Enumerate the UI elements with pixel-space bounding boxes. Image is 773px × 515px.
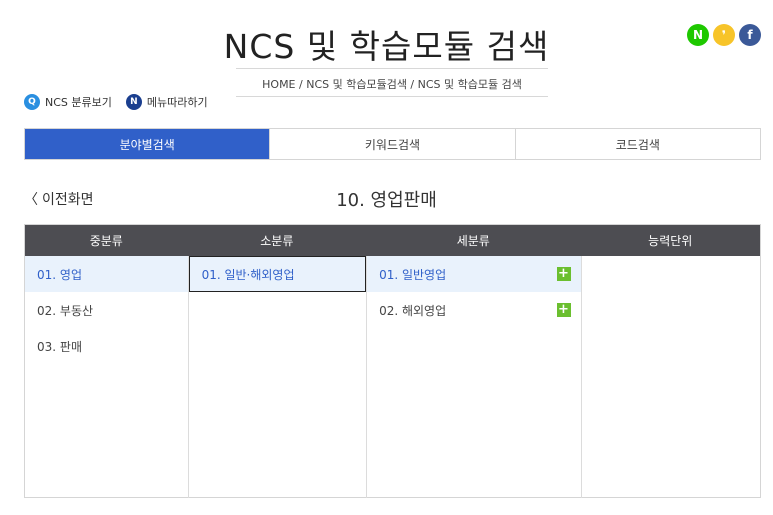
header-middle-class: 중분류 xyxy=(89,234,123,248)
table-body: 01. 영업 02. 부동산 03. 판매 01. 일반·해외영업 01. 일반… xyxy=(25,256,760,498)
menu-follow-link[interactable]: N 메뉴따라하기 xyxy=(125,94,208,110)
social-share: N ❜ f xyxy=(687,24,761,46)
list-item-label: 01. 일반영업 xyxy=(379,267,447,282)
table-header: 중분류 소분류 세분류 능력단위 xyxy=(25,225,760,256)
list-item[interactable]: 03. 판매 xyxy=(25,328,188,364)
header-small-class: 소분류 xyxy=(260,234,294,248)
naver-icon[interactable]: N xyxy=(687,24,709,46)
search-icon: Q xyxy=(24,94,40,110)
list-item[interactable]: 02. 해외영업 + xyxy=(367,292,580,328)
list-item[interactable]: 01. 일반·해외영업 xyxy=(188,256,367,292)
title-top-rule xyxy=(236,68,548,69)
list-item[interactable]: 01. 영업 xyxy=(25,256,188,292)
section-title: 10. 영업판매 xyxy=(336,190,437,211)
quick-links: Q NCS 분류보기 N 메뉴따라하기 xyxy=(24,94,208,110)
plus-icon[interactable]: + xyxy=(556,303,571,317)
menu-follow-label: 메뉴따라하기 xyxy=(146,96,208,109)
n-badge-icon: N xyxy=(125,94,142,110)
list-item[interactable]: 02. 부동산 xyxy=(25,292,188,328)
facebook-icon[interactable]: f xyxy=(739,24,761,46)
header-detail-class: 세분류 xyxy=(456,234,490,248)
middle-class-column: 01. 영업 02. 부동산 03. 판매 xyxy=(25,256,188,498)
header-competency-unit: 능력단위 xyxy=(648,234,693,248)
small-class-column: 01. 일반·해외영업 xyxy=(187,256,367,498)
page-title: NCS 및 학습모듈 검색 xyxy=(223,27,550,66)
ncs-classification-link[interactable]: Q NCS 분류보기 xyxy=(24,94,112,110)
tab-code-search[interactable]: 코드검색 xyxy=(514,129,760,159)
tab-field-search[interactable]: 분야별검색 xyxy=(25,129,270,159)
detail-class-column: 01. 일반영업 + 02. 해외영업 + xyxy=(366,256,581,498)
competency-unit-column xyxy=(580,256,761,498)
title-bottom-rule xyxy=(236,96,548,97)
plus-icon[interactable]: + xyxy=(556,267,571,281)
list-item-label: 02. 해외영업 xyxy=(379,303,447,318)
classification-table: 중분류 소분류 세분류 능력단위 01. 영업 02. 부동산 03. 판매 0… xyxy=(24,224,761,498)
tab-keyword-search[interactable]: 키워드검색 xyxy=(269,129,515,159)
breadcrumb: HOME / NCS 및 학습모듈검색 / NCS 및 학습모듈 검색 xyxy=(262,78,522,91)
list-item[interactable]: 01. 일반영업 + xyxy=(367,256,581,292)
search-tabs: 분야별검색 키워드검색 코드검색 xyxy=(24,128,761,160)
ncs-classification-label: NCS 분류보기 xyxy=(45,96,112,109)
kakao-icon[interactable]: ❜ xyxy=(713,24,735,46)
